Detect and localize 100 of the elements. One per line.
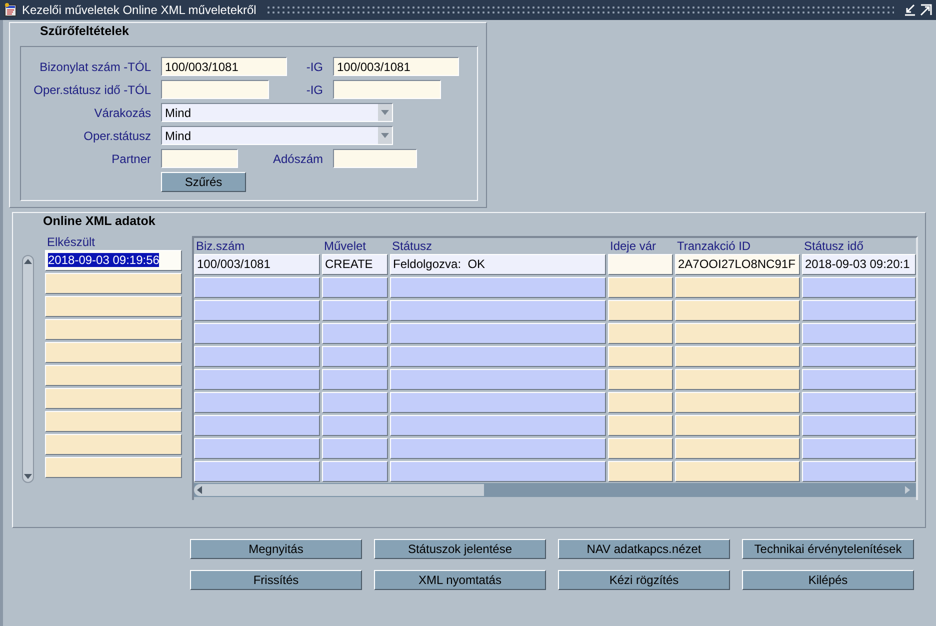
table-cell[interactable]: [802, 346, 916, 367]
table-cell[interactable]: [608, 346, 673, 367]
table-cell[interactable]: [608, 461, 673, 482]
table-cell[interactable]: [45, 388, 182, 409]
table-cell[interactable]: [608, 300, 673, 321]
maximize-icon[interactable]: [920, 4, 932, 16]
table-cell[interactable]: [390, 415, 606, 436]
table-cell[interactable]: [45, 296, 182, 317]
table-cell[interactable]: [45, 411, 182, 432]
table-cell[interactable]: [194, 346, 320, 367]
table-cell[interactable]: [608, 392, 673, 413]
table-cell[interactable]: [194, 369, 320, 390]
input-field[interactable]: 100/003/1081: [161, 57, 287, 76]
input-field[interactable]: [161, 80, 269, 99]
table-cell[interactable]: [390, 323, 606, 344]
table-cell[interactable]: [675, 461, 800, 482]
table-cell[interactable]: [45, 434, 182, 455]
table-cell[interactable]: [45, 365, 182, 386]
input-field[interactable]: [161, 149, 238, 168]
action-button[interactable]: XML nyomtatás: [374, 570, 546, 590]
table-cell[interactable]: [675, 346, 800, 367]
action-button[interactable]: Kézi rögzítés: [558, 570, 730, 590]
dropdown[interactable]: Mind: [161, 126, 393, 145]
table-cell[interactable]: [322, 277, 388, 298]
field-label: -IG: [306, 82, 323, 96]
table-cell[interactable]: [390, 438, 606, 459]
vertical-scrollbar[interactable]: [22, 255, 34, 483]
table-cell[interactable]: [322, 392, 388, 413]
column-header: Biz.szám: [195, 238, 246, 254]
table-cell[interactable]: [45, 273, 182, 294]
table-cell[interactable]: [194, 415, 320, 436]
action-button[interactable]: Kilépés: [742, 570, 914, 590]
table-cell[interactable]: 2A7OOI27LO8NC91F: [675, 254, 800, 275]
table-cell[interactable]: Feldolgozva: OK: [390, 254, 606, 275]
table-cell[interactable]: [322, 323, 388, 344]
table-cell[interactable]: [802, 300, 916, 321]
table-cell[interactable]: [45, 319, 182, 340]
table-cell[interactable]: [194, 323, 320, 344]
table-cell[interactable]: [802, 323, 916, 344]
column-header: Státusz: [391, 238, 434, 254]
table-cell[interactable]: CREATE: [322, 254, 388, 275]
table-cell[interactable]: [390, 392, 606, 413]
table-cell[interactable]: [322, 369, 388, 390]
table-cell[interactable]: [45, 342, 182, 363]
table-cell[interactable]: [194, 277, 320, 298]
input-field[interactable]: [333, 80, 441, 99]
table-cell[interactable]: [194, 300, 320, 321]
table-cell[interactable]: [390, 277, 606, 298]
table-cell[interactable]: [322, 438, 388, 459]
table-cell[interactable]: [45, 457, 182, 478]
minimize-icon[interactable]: [904, 4, 916, 16]
field-label: Adószám: [272, 152, 323, 166]
table-cell[interactable]: [675, 438, 800, 459]
table-cell[interactable]: [322, 300, 388, 321]
dropdown-arrow-icon: [381, 110, 389, 115]
filter-button[interactable]: Szűrés: [161, 172, 246, 192]
table-cell[interactable]: [194, 392, 320, 413]
scroll-down-icon[interactable]: [24, 474, 32, 479]
table-cell[interactable]: [675, 277, 800, 298]
table-cell[interactable]: [675, 323, 800, 344]
table-cell[interactable]: [608, 323, 673, 344]
table-cell[interactable]: [608, 415, 673, 436]
table-cell[interactable]: [608, 438, 673, 459]
table-cell[interactable]: [608, 254, 673, 275]
table-cell[interactable]: [390, 346, 606, 367]
table-cell[interactable]: [802, 438, 916, 459]
section-title: Online XML adatok: [42, 213, 156, 230]
table-cell[interactable]: [194, 461, 320, 482]
table-cell[interactable]: [802, 415, 916, 436]
table-cell[interactable]: [802, 277, 916, 298]
horizontal-scrollbar[interactable]: [194, 483, 916, 497]
table-cell[interactable]: [802, 461, 916, 482]
table-cell[interactable]: [608, 277, 673, 298]
table-cell[interactable]: 2018-09-03 09:20:1: [802, 254, 916, 275]
table-cell[interactable]: [675, 300, 800, 321]
action-button[interactable]: Státuszok jelentése: [374, 539, 546, 559]
input-field[interactable]: 100/003/1081: [333, 57, 459, 76]
table-cell[interactable]: [675, 369, 800, 390]
table-cell[interactable]: 100/003/1081: [194, 254, 320, 275]
table-cell[interactable]: [675, 392, 800, 413]
action-button[interactable]: Megnyitás: [190, 539, 362, 559]
dropdown[interactable]: Mind: [161, 103, 393, 122]
table-cell[interactable]: [802, 392, 916, 413]
table-cell[interactable]: [390, 461, 606, 482]
table-cell[interactable]: [322, 415, 388, 436]
scroll-up-icon[interactable]: [24, 259, 32, 264]
table-cell[interactable]: [322, 461, 388, 482]
scroll-left-icon[interactable]: [197, 486, 202, 494]
table-cell[interactable]: [322, 346, 388, 367]
input-field[interactable]: [333, 149, 417, 168]
table-cell[interactable]: [194, 438, 320, 459]
table-cell[interactable]: 2018-09-03 09:19:56: [45, 250, 182, 271]
action-button[interactable]: Frissítés: [190, 570, 362, 590]
table-cell[interactable]: [390, 300, 606, 321]
action-button[interactable]: Technikai érvénytelenítések: [742, 539, 914, 559]
table-cell[interactable]: [802, 369, 916, 390]
action-button[interactable]: NAV adatkapcs.nézet: [558, 539, 730, 559]
table-cell[interactable]: [390, 369, 606, 390]
table-cell[interactable]: [608, 369, 673, 390]
table-cell[interactable]: [675, 415, 800, 436]
